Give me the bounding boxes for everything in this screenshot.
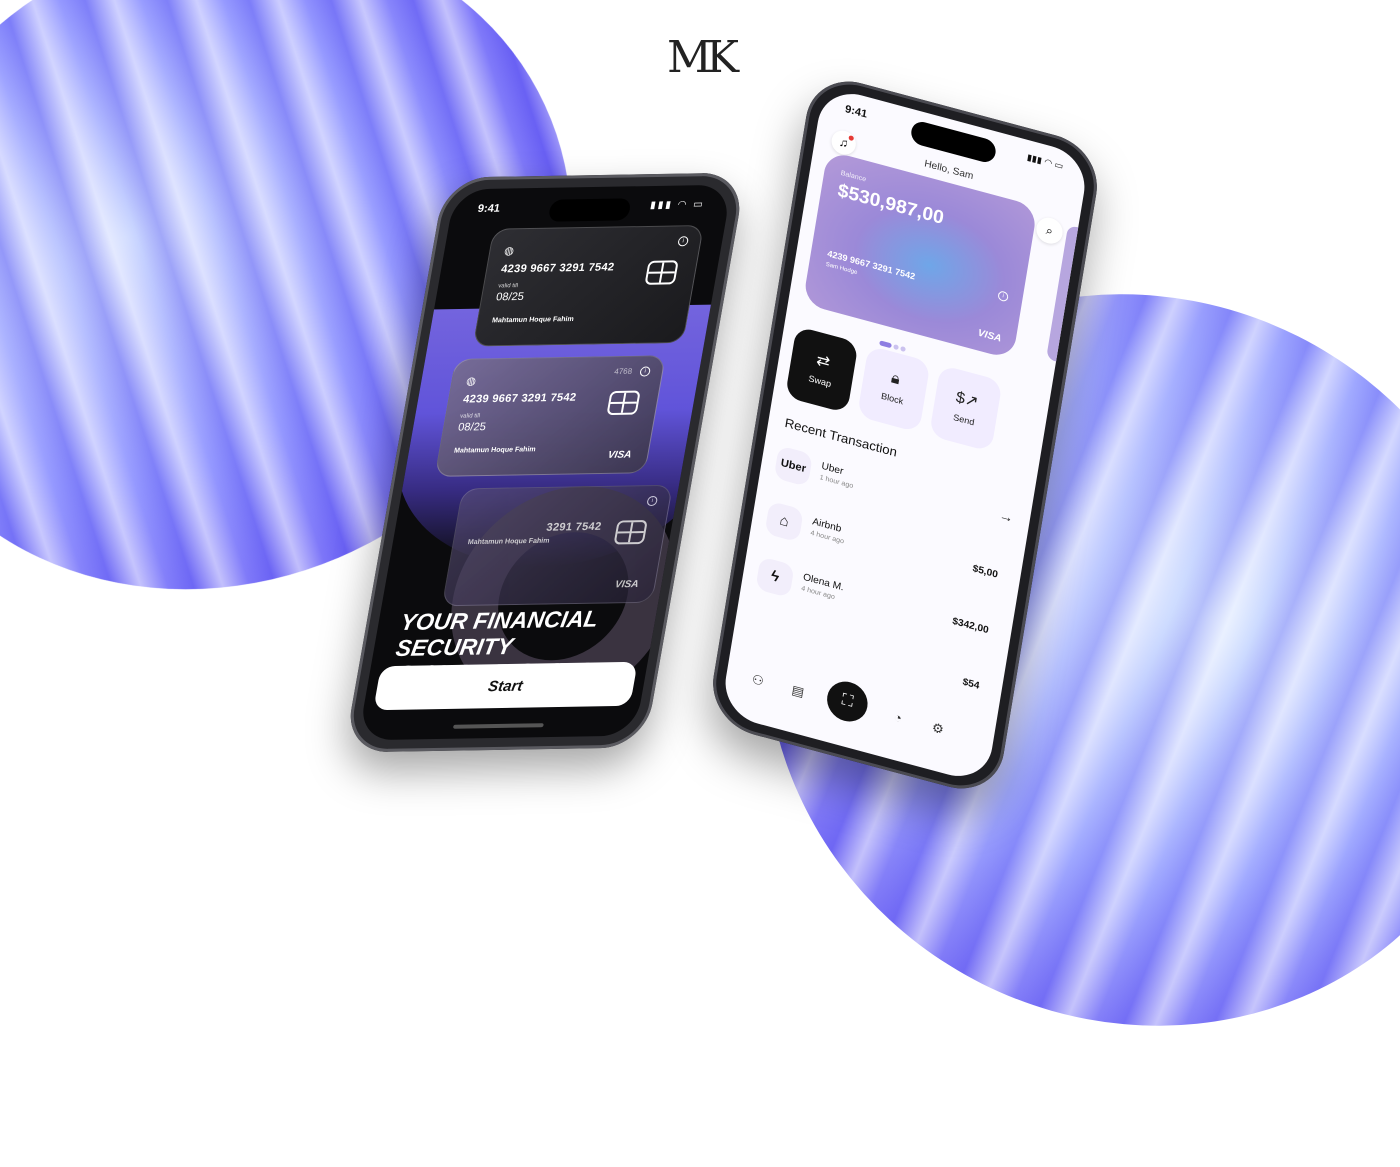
home-indicator — [452, 723, 544, 729]
send-money-icon: $↗ — [954, 389, 980, 412]
transaction-amount: $54 — [961, 676, 981, 692]
card-valid-label: valid till — [497, 283, 519, 290]
chip-icon — [606, 390, 641, 416]
dynamic-island — [547, 198, 632, 222]
block-button[interactable]: 🔒︎ Block — [856, 345, 931, 433]
lock-icon: 🔒︎ — [889, 369, 902, 389]
send-label: Send — [952, 412, 976, 428]
transaction-amount: $342,00 — [951, 615, 990, 637]
block-label: Block — [880, 390, 905, 407]
status-time: 9:41 — [844, 103, 869, 121]
visa-logo: VISA — [606, 449, 633, 461]
transaction-amount: $5,00 — [971, 563, 999, 581]
cards-icon[interactable]: ▤ — [785, 678, 810, 705]
lightning-icon: ϟ — [755, 556, 795, 598]
info-icon: i — [646, 495, 659, 507]
globe-icon: ◍ — [465, 375, 477, 388]
card-holder: Mahtamun Hoque Fahim — [491, 315, 575, 325]
card-holder: Mahtamun Hoque Fahim — [467, 537, 550, 547]
send-button[interactable]: $↗ Send — [928, 364, 1003, 453]
status-icons: ▮▮▮ ◠ ▭ — [1026, 151, 1065, 172]
chart-icon[interactable]: ◔ — [885, 705, 910, 732]
uber-logo: Uber — [773, 445, 814, 487]
card-holder: Mahtamun Hoque Fahim — [453, 446, 537, 455]
info-icon: i — [677, 236, 690, 247]
card-valid-label: valid till — [459, 413, 481, 420]
profile-icon[interactable]: ⚇ — [745, 667, 770, 694]
chip-icon — [613, 520, 648, 545]
swap-button[interactable]: ⇄ Swap — [784, 325, 859, 414]
search-icon: ⌕ — [1045, 223, 1054, 239]
pager-dot — [893, 344, 899, 351]
card-expiry: 08/25 — [495, 290, 525, 304]
card-number: 4239 9667 3291 7542 — [462, 391, 578, 406]
settings-icon[interactable]: ⚙ — [925, 715, 950, 742]
chip-icon — [644, 260, 679, 285]
swap-label: Swap — [807, 373, 832, 390]
visa-logo: VISA — [977, 327, 1003, 345]
start-button[interactable]: Start — [373, 661, 638, 711]
globe-icon: ◍ — [503, 245, 516, 258]
card-expiry: 08/25 — [457, 421, 487, 434]
credit-card-2: ◍ 4768 i 4239 9667 3291 7542 valid till … — [434, 355, 666, 477]
transaction-time: 1 hour ago — [819, 474, 854, 490]
status-icons: ▮▮▮ ◠ ▭ — [649, 199, 706, 211]
airbnb-logo: ⌂ — [764, 500, 804, 543]
card-faint-number: 4768 — [613, 366, 633, 377]
info-icon: i — [997, 290, 1009, 303]
pager-dot-active — [879, 340, 892, 349]
credit-card-3: i 3291 7542 Mahtamun Hoque Fahim VISA — [441, 484, 674, 607]
credit-card-1: ◍ i 4239 9667 3291 7542 valid till 08/25… — [472, 224, 705, 347]
swap-icon: ⇄ — [815, 351, 832, 372]
visa-logo: VISA — [614, 578, 640, 591]
status-time: 9:41 — [476, 202, 501, 215]
card-number: 3291 7542 — [545, 520, 603, 534]
card-number: 4239 9667 3291 7542 — [500, 261, 616, 276]
brand-logo: MK — [667, 32, 739, 83]
info-icon: i — [639, 366, 652, 377]
pager-dot — [900, 345, 906, 353]
search-button[interactable]: ⌕ — [1034, 214, 1065, 247]
